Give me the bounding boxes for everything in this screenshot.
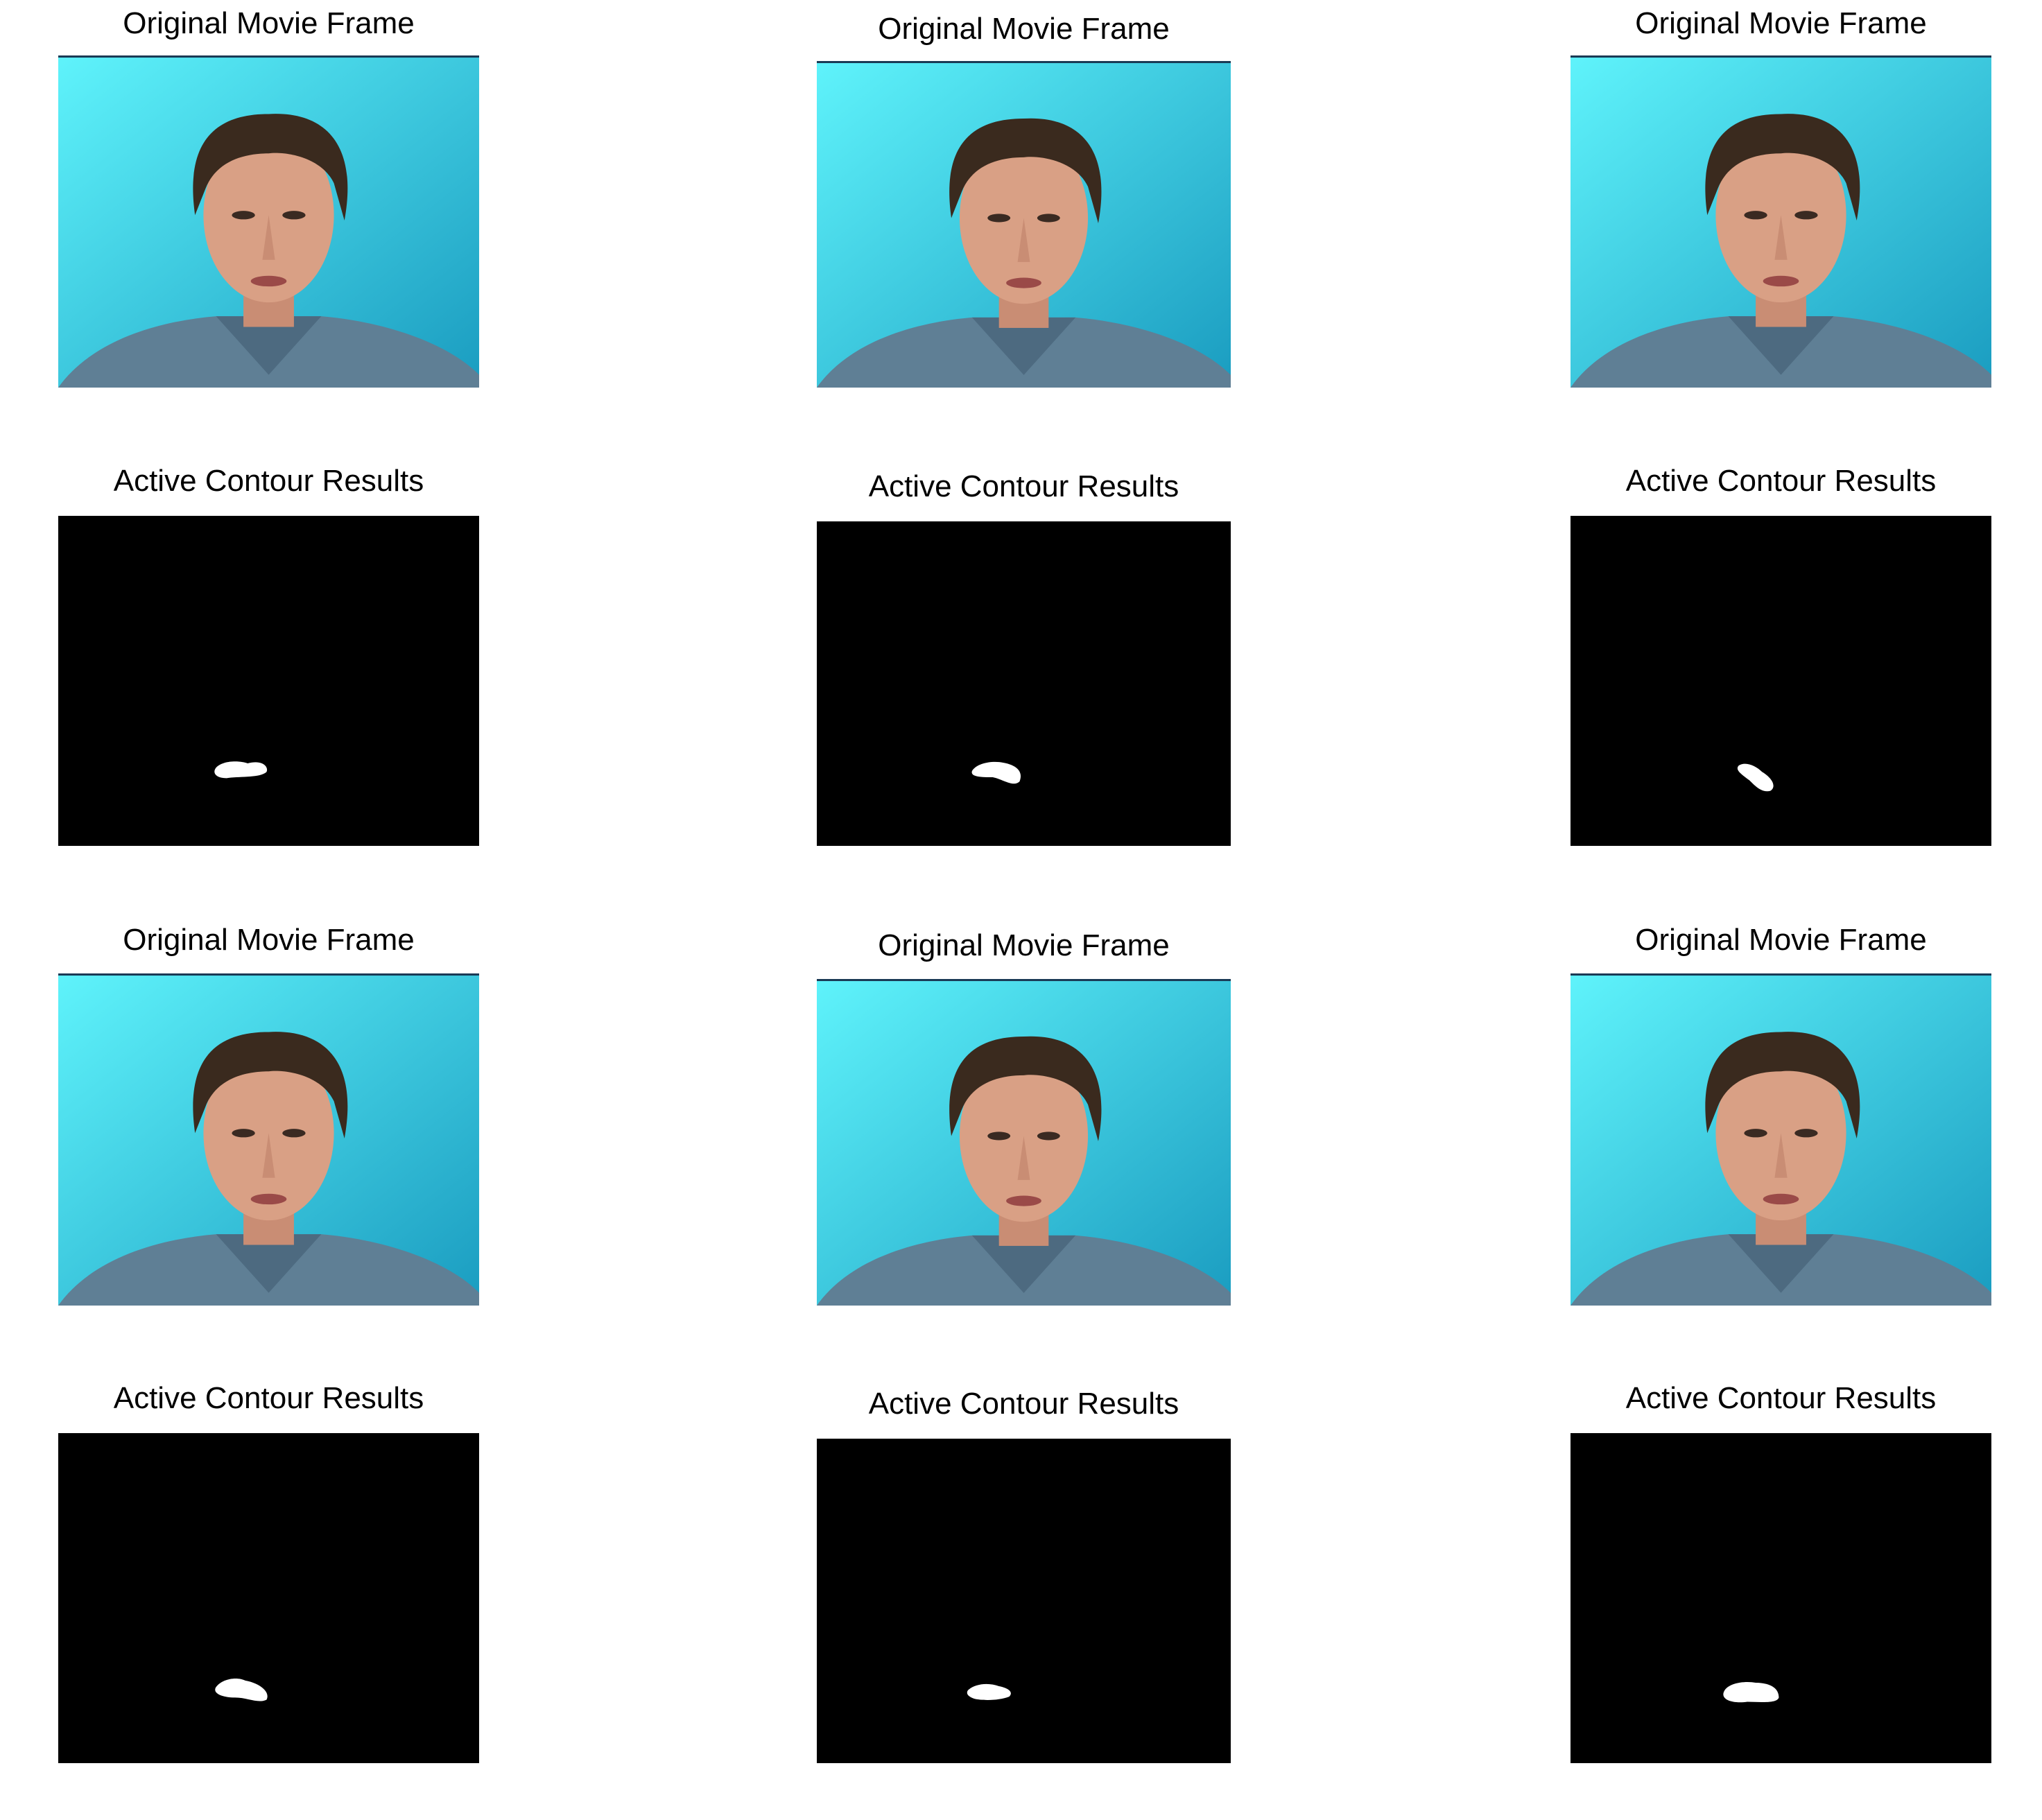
- panel-mask-r2c2: Active Contour Results: [817, 458, 1231, 846]
- panel-title: Original Movie Frame: [878, 928, 1170, 962]
- panel-mask-r4c1: Active Contour Results: [58, 1375, 479, 1763]
- movie-frame-image: [1571, 55, 1991, 388]
- panel-title: Original Movie Frame: [878, 12, 1170, 46]
- panel-frame-r1c3: Original Movie Frame: [1571, 0, 1991, 388]
- segmentation-mask-image: [58, 516, 479, 846]
- segmentation-mask-image: [1571, 516, 1991, 846]
- movie-frame-image: [58, 973, 479, 1306]
- panel-title: Active Contour Results: [1625, 464, 1937, 498]
- panel-frame-r3c2: Original Movie Frame: [817, 917, 1231, 1306]
- panel-mask-r4c3: Active Contour Results: [1571, 1375, 1991, 1763]
- panel-mask-r4c2: Active Contour Results: [817, 1375, 1231, 1763]
- panel-title: Original Movie Frame: [1635, 6, 1927, 40]
- panel-title: Original Movie Frame: [123, 923, 415, 957]
- panel-title: Active Contour Results: [113, 1381, 424, 1415]
- panel-frame-r3c1: Original Movie Frame: [58, 917, 479, 1306]
- panel-title: Original Movie Frame: [1635, 923, 1927, 957]
- movie-frame-image: [817, 61, 1231, 388]
- panel-frame-r3c3: Original Movie Frame: [1571, 917, 1991, 1306]
- segmentation-mask-image: [817, 1439, 1231, 1763]
- panel-title: Active Contour Results: [113, 464, 424, 498]
- movie-frame-image: [817, 979, 1231, 1306]
- panel-frame-r1c1: Original Movie Frame: [58, 0, 479, 388]
- panel-title: Active Contour Results: [868, 1387, 1179, 1421]
- movie-frame-image: [1571, 973, 1991, 1306]
- segmentation-mask-image: [817, 521, 1231, 846]
- panel-title: Original Movie Frame: [123, 6, 415, 40]
- segmentation-mask-image: [1571, 1433, 1991, 1763]
- panel-mask-r2c1: Active Contour Results: [58, 458, 479, 846]
- movie-frame-image: [58, 55, 479, 388]
- panel-mask-r2c3: Active Contour Results: [1571, 458, 1991, 846]
- segmentation-mask-image: [58, 1433, 479, 1763]
- panel-frame-r1c2: Original Movie Frame: [817, 0, 1231, 388]
- panel-title: Active Contour Results: [868, 469, 1179, 503]
- panel-title: Active Contour Results: [1625, 1381, 1937, 1415]
